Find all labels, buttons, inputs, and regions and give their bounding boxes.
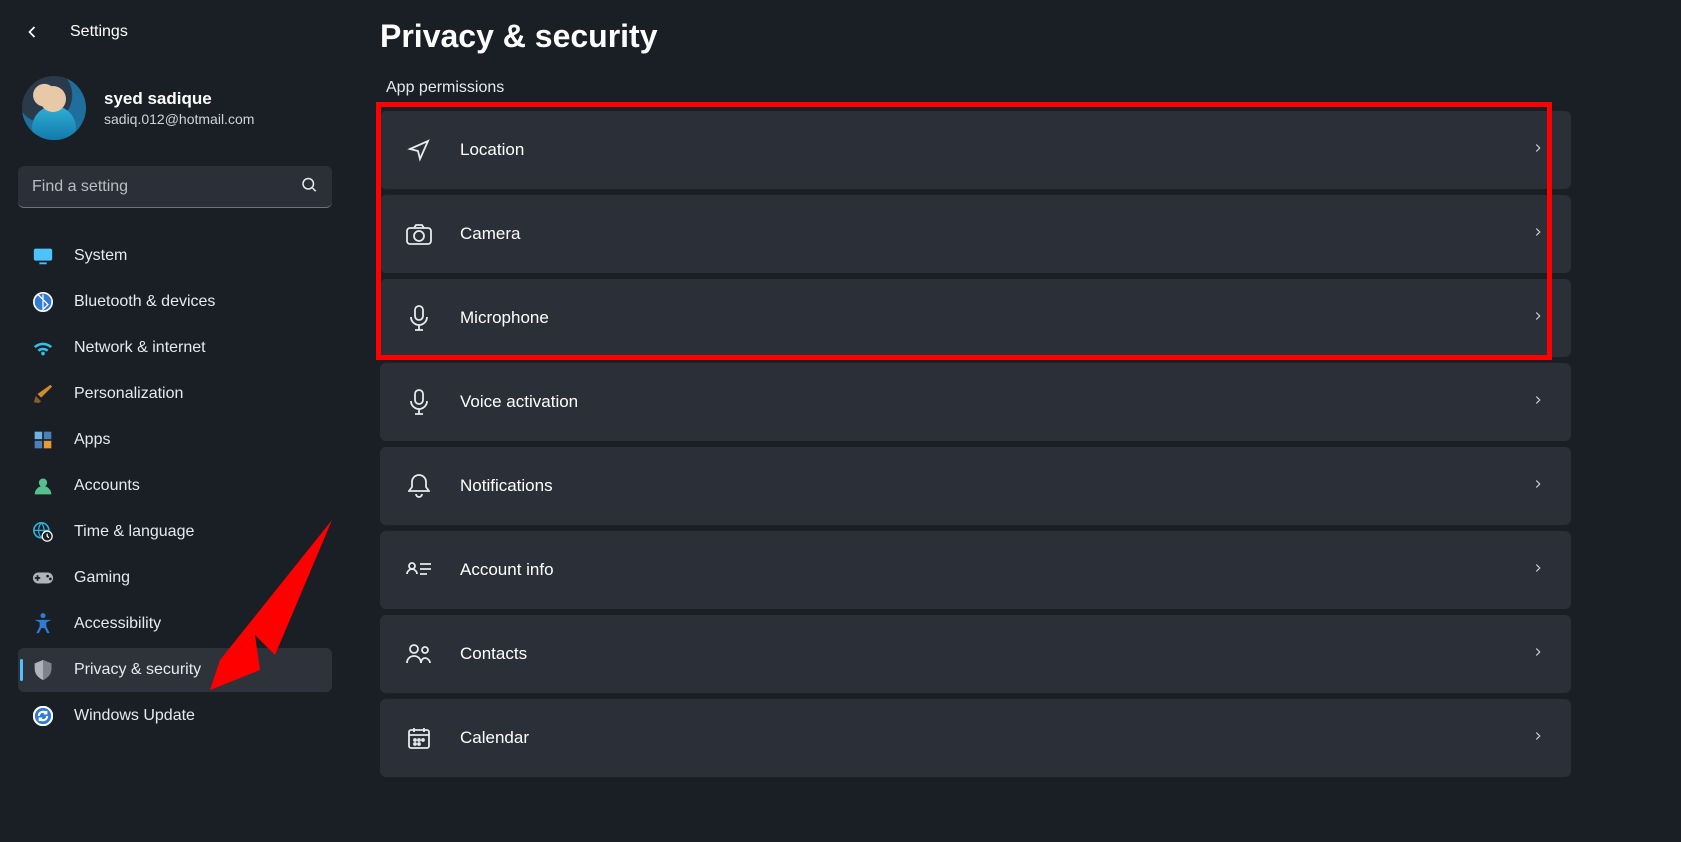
permission-item-notifications[interactable]: Notifications <box>380 447 1571 525</box>
sidebar-item-accounts[interactable]: Accounts <box>18 464 332 508</box>
permission-label: Contacts <box>460 644 1503 664</box>
apps-icon <box>32 429 54 451</box>
section-label: App permissions <box>386 79 1571 97</box>
chevron-right-icon <box>1531 393 1545 412</box>
bluetooth-icon <box>32 291 54 313</box>
sidebar-item-gaming[interactable]: Gaming <box>18 556 332 600</box>
globe-clock-icon <box>32 521 54 543</box>
sidebar-item-network-internet[interactable]: Network & internet <box>18 326 332 370</box>
chevron-right-icon <box>1531 225 1545 244</box>
sidebar-item-label: Windows Update <box>74 707 195 725</box>
permission-item-location[interactable]: Location <box>380 111 1571 189</box>
chevron-right-icon <box>1531 645 1545 664</box>
chevron-right-icon <box>1531 309 1545 328</box>
brush-icon <box>32 383 54 405</box>
sidebar-item-time-language[interactable]: Time & language <box>18 510 332 554</box>
sidebar-item-label: System <box>74 247 127 265</box>
permission-list: Location Camera Microphone Voice activation… <box>380 111 1571 777</box>
profile-text: syed sadique sadiq.012@hotmail.com <box>104 89 254 127</box>
permission-label: Camera <box>460 224 1503 244</box>
app-title: Settings <box>70 23 128 41</box>
search-input[interactable] <box>18 166 332 208</box>
sidebar-item-label: Time & language <box>74 523 194 541</box>
permission-label: Notifications <box>460 476 1503 496</box>
permission-label: Voice activation <box>460 392 1503 412</box>
microphone-icon <box>406 305 432 331</box>
arrow-left-icon <box>22 22 42 42</box>
camera-icon <box>406 221 432 247</box>
monitor-icon <box>32 245 54 267</box>
sidebar-item-bluetooth-devices[interactable]: Bluetooth & devices <box>18 280 332 324</box>
sidebar: Settings syed sadique sadiq.012@hotmail.… <box>0 0 350 842</box>
sidebar-item-label: Gaming <box>74 569 130 587</box>
profile-block[interactable]: syed sadique sadiq.012@hotmail.com <box>18 60 332 164</box>
gamepad-icon <box>32 567 54 589</box>
permission-label: Microphone <box>460 308 1503 328</box>
permission-item-microphone[interactable]: Microphone <box>380 279 1571 357</box>
sidebar-item-system[interactable]: System <box>18 234 332 278</box>
sidebar-item-label: Privacy & security <box>74 661 201 679</box>
chevron-right-icon <box>1531 729 1545 748</box>
microphone-icon <box>406 389 432 415</box>
sidebar-item-apps[interactable]: Apps <box>18 418 332 462</box>
sidebar-item-accessibility[interactable]: Accessibility <box>18 602 332 646</box>
accessibility-icon <box>32 613 54 635</box>
permission-item-calendar[interactable]: Calendar <box>380 699 1571 777</box>
sidebar-item-windows-update[interactable]: Windows Update <box>18 694 332 738</box>
permission-item-camera[interactable]: Camera <box>380 195 1571 273</box>
permission-item-contacts[interactable]: Contacts <box>380 615 1571 693</box>
chevron-right-icon <box>1531 141 1545 160</box>
chevron-right-icon <box>1531 477 1545 496</box>
page-title: Privacy & security <box>380 18 1571 55</box>
sidebar-item-label: Personalization <box>74 385 183 403</box>
profile-name: syed sadique <box>104 89 254 109</box>
sidebar-item-label: Accounts <box>74 477 140 495</box>
search-icon <box>300 176 318 199</box>
sidebar-header: Settings <box>18 16 332 60</box>
person-icon <box>32 475 54 497</box>
sidebar-item-label: Bluetooth & devices <box>74 293 215 311</box>
permission-label: Location <box>460 140 1503 160</box>
sidebar-item-label: Accessibility <box>74 615 161 633</box>
sidebar-item-personalization[interactable]: Personalization <box>18 372 332 416</box>
sidebar-item-label: Network & internet <box>74 339 206 357</box>
contacts-icon <box>406 641 432 667</box>
location-arrow-icon <box>406 137 432 163</box>
sidebar-item-label: Apps <box>74 431 110 449</box>
permission-item-voice-activation[interactable]: Voice activation <box>380 363 1571 441</box>
chevron-right-icon <box>1531 561 1545 580</box>
profile-email: sadiq.012@hotmail.com <box>104 111 254 127</box>
permission-label: Calendar <box>460 728 1503 748</box>
permission-label: Account info <box>460 560 1503 580</box>
permission-item-account-info[interactable]: Account info <box>380 531 1571 609</box>
calendar-icon <box>406 725 432 751</box>
search-wrap <box>18 166 332 208</box>
update-icon <box>32 705 54 727</box>
shield-icon <box>32 659 54 681</box>
account-card-icon <box>406 557 432 583</box>
wifi-icon <box>32 337 54 359</box>
main: Privacy & security App permissions Locat… <box>350 0 1681 842</box>
sidebar-nav: System Bluetooth & devices Network & inter… <box>18 234 332 738</box>
avatar <box>22 76 86 140</box>
bell-icon <box>406 473 432 499</box>
back-button[interactable] <box>22 22 42 42</box>
sidebar-item-privacy-security[interactable]: Privacy & security <box>18 648 332 692</box>
